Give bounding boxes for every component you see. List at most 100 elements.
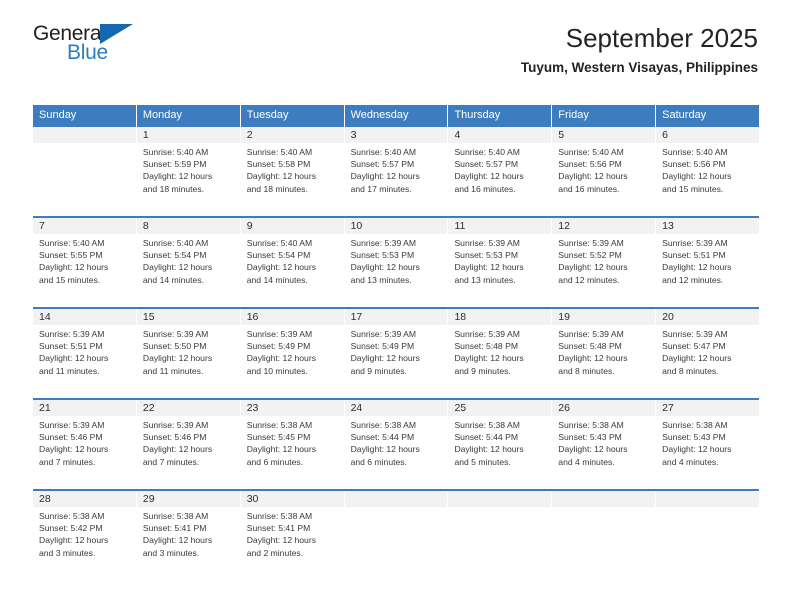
calendar-day-cell[interactable]: 19 Sunrise: 5:39 AM Sunset: 5:48 PM Dayligh… (552, 309, 657, 398)
sunrise-text: Sunrise: 5:39 AM (558, 329, 624, 339)
calendar-day-cell[interactable]: 24 Sunrise: 5:38 AM Sunset: 5:44 PM Dayligh… (344, 400, 449, 489)
daylight-text-line1: Daylight: 12 hours (246, 535, 316, 546)
calendar-day-cell[interactable]: 9 Sunrise: 5:40 AM Sunset: 5:54 PM Daylight… (240, 218, 345, 307)
daylight-text-line2: and 5 minutes. (454, 456, 511, 467)
day-info: Sunrise: 5:39 AM Sunset: 5:51 PM Daylight:… (656, 234, 759, 286)
day-number: 26 (552, 400, 657, 416)
daylight-text-line1: Daylight: 12 hours (558, 262, 628, 273)
day-info: Sunrise: 5:40 AM Sunset: 5:56 PM Daylight:… (552, 143, 655, 195)
day-info: Sunrise: 5:40 AM Sunset: 5:57 PM Daylight:… (345, 143, 448, 195)
calendar-day-cell[interactable]: 5 Sunrise: 5:40 AM Sunset: 5:56 PM Daylight… (552, 127, 657, 216)
sunset-text: Sunset: 5:59 PM (142, 159, 207, 170)
day-number: 18 (448, 309, 553, 325)
day-number (448, 491, 553, 507)
calendar-day-cell[interactable]: 13 Sunrise: 5:39 AM Sunset: 5:51 PM Dayligh… (656, 218, 761, 307)
calendar-day-cell[interactable]: 14 Sunrise: 5:39 AM Sunset: 5:51 PM Dayligh… (33, 309, 137, 398)
daylight-text-line2: and 14 minutes. (246, 274, 308, 285)
daylight-text-line1: Daylight: 12 hours (350, 444, 420, 455)
calendar-day-cell[interactable]: 12 Sunrise: 5:39 AM Sunset: 5:52 PM Dayligh… (552, 218, 657, 307)
page-subtitle: Tuyum, Western Visayas, Philippines (520, 60, 758, 75)
day-info (552, 507, 655, 510)
sunrise-text: Sunrise: 5:38 AM (350, 420, 417, 430)
page-header: General Blue September 2025 Tuyum, Weste… (0, 0, 792, 75)
day-info: Sunrise: 5:39 AM Sunset: 5:49 PM Daylight:… (241, 325, 344, 377)
sunrise-text: Sunrise: 5:38 AM (142, 511, 209, 521)
sunrise-text: Sunrise: 5:39 AM (662, 238, 728, 248)
sunrise-text: Sunrise: 5:39 AM (39, 329, 105, 339)
day-number: 3 (344, 127, 449, 143)
daylight-text-line1: Daylight: 12 hours (142, 262, 213, 273)
daylight-text-line1: Daylight: 12 hours (350, 171, 420, 182)
day-number: 7 (33, 218, 137, 234)
calendar-day-cell[interactable]: 7 Sunrise: 5:40 AM Sunset: 5:55 PM Daylight… (33, 218, 137, 307)
sunrise-text: Sunrise: 5:40 AM (142, 147, 209, 157)
day-info: Sunrise: 5:38 AM Sunset: 5:44 PM Daylight:… (345, 416, 448, 468)
calendar-day-cell[interactable]: 11 Sunrise: 5:39 AM Sunset: 5:53 PM Dayligh… (448, 218, 553, 307)
day-number (344, 491, 449, 507)
day-info: Sunrise: 5:38 AM Sunset: 5:41 PM Daylight:… (241, 507, 344, 559)
sunset-text: Sunset: 5:48 PM (558, 341, 622, 352)
sunrise-text: Sunrise: 5:38 AM (558, 420, 624, 430)
daylight-text-line1: Daylight: 12 hours (142, 535, 213, 546)
calendar-day-cell[interactable]: 4 Sunrise: 5:40 AM Sunset: 5:57 PM Daylight… (448, 127, 553, 216)
sunset-text: Sunset: 5:57 PM (350, 159, 415, 170)
day-info: Sunrise: 5:39 AM Sunset: 5:53 PM Daylight:… (345, 234, 448, 286)
day-number: 2 (240, 127, 345, 143)
calendar-day-cell[interactable]: 16 Sunrise: 5:39 AM Sunset: 5:49 PM Dayligh… (240, 309, 345, 398)
sunrise-text: Sunrise: 5:40 AM (246, 147, 313, 157)
daylight-text-line1: Daylight: 12 hours (558, 171, 628, 182)
day-number: 1 (136, 127, 241, 143)
calendar-day-cell[interactable]: 10 Sunrise: 5:39 AM Sunset: 5:53 PM Dayligh… (344, 218, 449, 307)
sunset-text: Sunset: 5:48 PM (454, 341, 518, 352)
sunrise-text: Sunrise: 5:39 AM (454, 238, 520, 248)
sunrise-text: Sunrise: 5:40 AM (454, 147, 520, 157)
sunset-text: Sunset: 5:51 PM (39, 341, 103, 352)
day-info: Sunrise: 5:40 AM Sunset: 5:57 PM Daylight:… (448, 143, 551, 195)
calendar-day-cell[interactable]: 15 Sunrise: 5:39 AM Sunset: 5:50 PM Dayligh… (136, 309, 241, 398)
calendar-day-cell[interactable]: 20 Sunrise: 5:39 AM Sunset: 5:47 PM Dayligh… (656, 309, 761, 398)
daylight-text-line2: and 11 minutes. (142, 365, 204, 376)
calendar-week-row: 28 Sunrise: 5:38 AM Sunset: 5:42 PM Dayligh… (33, 489, 761, 580)
calendar-day-cell[interactable]: 28 Sunrise: 5:38 AM Sunset: 5:42 PM Dayligh… (33, 491, 137, 580)
day-number: 21 (33, 400, 137, 416)
calendar-day-cell[interactable]: 23 Sunrise: 5:38 AM Sunset: 5:45 PM Dayligh… (240, 400, 345, 489)
calendar-day-cell[interactable]: 2 Sunrise: 5:40 AM Sunset: 5:58 PM Daylight… (240, 127, 345, 216)
calendar-day-cell[interactable]: 17 Sunrise: 5:39 AM Sunset: 5:49 PM Dayligh… (344, 309, 449, 398)
sunset-text: Sunset: 5:41 PM (142, 523, 207, 534)
calendar-day-cell[interactable]: 27 Sunrise: 5:38 AM Sunset: 5:43 PM Dayligh… (656, 400, 761, 489)
calendar-day-cell[interactable]: 3 Sunrise: 5:40 AM Sunset: 5:57 PM Daylight… (344, 127, 449, 216)
calendar-day-cell[interactable]: 22 Sunrise: 5:39 AM Sunset: 5:46 PM Dayligh… (136, 400, 241, 489)
calendar-day-cell[interactable]: 29 Sunrise: 5:38 AM Sunset: 5:41 PM Dayligh… (136, 491, 241, 580)
calendar-day-cell[interactable]: 1 Sunrise: 5:40 AM Sunset: 5:59 PM Daylight… (136, 127, 241, 216)
sunset-text: Sunset: 5:50 PM (142, 341, 207, 352)
day-info: Sunrise: 5:39 AM Sunset: 5:46 PM Daylight:… (137, 416, 240, 468)
day-info: Sunrise: 5:40 AM Sunset: 5:59 PM Daylight:… (137, 143, 240, 195)
daylight-text-line2: and 18 minutes. (246, 183, 308, 194)
sunrise-text: Sunrise: 5:39 AM (142, 420, 209, 430)
calendar-day-cell[interactable]: 26 Sunrise: 5:38 AM Sunset: 5:43 PM Dayligh… (552, 400, 657, 489)
calendar-day-cell[interactable]: 25 Sunrise: 5:38 AM Sunset: 5:44 PM Dayligh… (448, 400, 553, 489)
daylight-text-line1: Daylight: 12 hours (142, 353, 213, 364)
calendar-day-cell[interactable]: 30 Sunrise: 5:38 AM Sunset: 5:41 PM Dayligh… (240, 491, 345, 580)
calendar-day-cell[interactable]: 8 Sunrise: 5:40 AM Sunset: 5:54 PM Daylight… (136, 218, 241, 307)
sunset-text: Sunset: 5:42 PM (39, 523, 103, 534)
daylight-text-line1: Daylight: 12 hours (142, 171, 213, 182)
day-number: 12 (552, 218, 657, 234)
calendar-day-cell[interactable]: 6 Sunrise: 5:40 AM Sunset: 5:56 PM Daylight… (656, 127, 761, 216)
calendar-day-cell[interactable]: 21 Sunrise: 5:39 AM Sunset: 5:46 PM Dayligh… (33, 400, 137, 489)
daylight-text-line2: and 2 minutes. (246, 547, 304, 558)
daylight-text-line2: and 4 minutes. (662, 456, 719, 467)
sunrise-text: Sunrise: 5:39 AM (142, 329, 209, 339)
day-info: Sunrise: 5:39 AM Sunset: 5:52 PM Daylight:… (552, 234, 655, 286)
sunset-text: Sunset: 5:56 PM (662, 159, 726, 170)
daylight-text-line1: Daylight: 12 hours (558, 353, 628, 364)
sunrise-text: Sunrise: 5:40 AM (246, 238, 313, 248)
daylight-text-line2: and 16 minutes. (558, 183, 620, 194)
sunrise-text: Sunrise: 5:38 AM (39, 511, 105, 521)
weekday-header-wednesday: Wednesday (345, 105, 449, 127)
calendar-grid: Sunday Monday Tuesday Wednesday Thursday Frid… (33, 105, 761, 580)
calendar-day-cell[interactable]: 18 Sunrise: 5:39 AM Sunset: 5:48 PM Dayligh… (448, 309, 553, 398)
title-block: September 2025 Tuyum, Western Visayas, P… (521, 22, 758, 78)
daylight-text-line2: and 9 minutes. (454, 365, 511, 376)
general-blue-logo[interactable]: General Blue (33, 22, 143, 68)
